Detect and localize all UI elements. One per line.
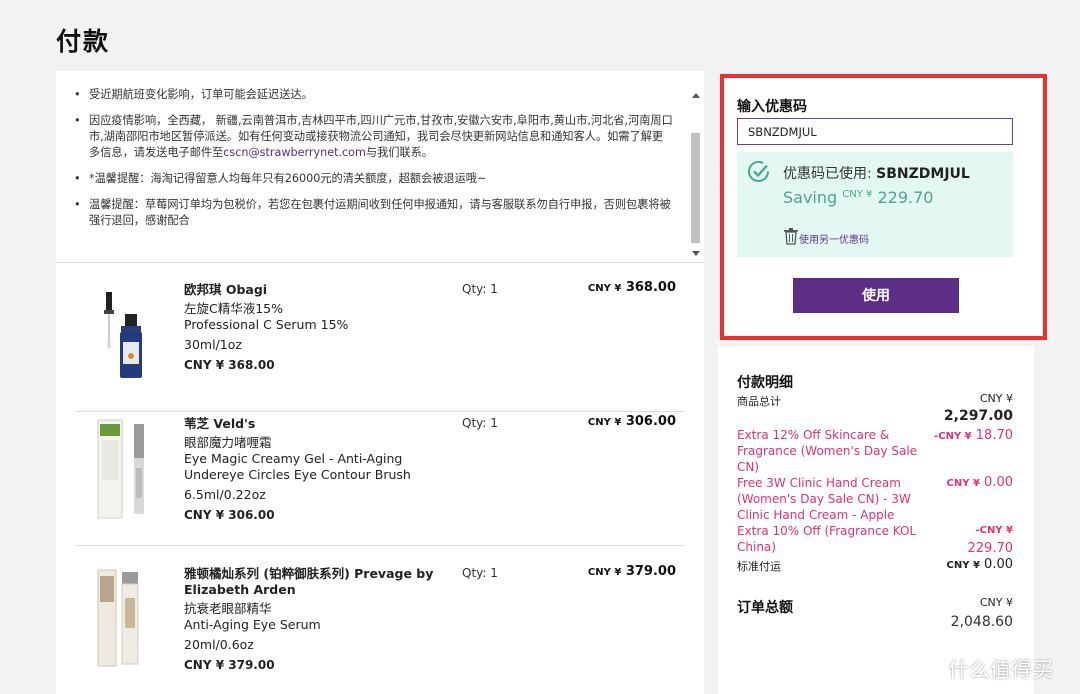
coupon-saving: Saving CNY ¥ 229.70 — [783, 188, 934, 207]
product-name-cn: 左旋C精华液15% — [184, 301, 284, 316]
subtotal-label: 商品总计 — [737, 395, 781, 408]
product-name-en: Professional C Serum 15% — [184, 317, 349, 332]
scroll-up-arrow-icon[interactable] — [692, 93, 700, 98]
notice-box: 受近期航班变化影响，订单可能会延迟送达。 因应疫情影响，全西藏， 新疆,云南普洱… — [56, 71, 704, 263]
product-size: 30ml/1oz — [184, 337, 242, 352]
notice-item: 受近期航班变化影响，订单可能会延迟送达。 — [74, 87, 674, 103]
product-brand[interactable]: 欧邦琪 Obagi — [184, 282, 444, 298]
product-brand[interactable]: 苇芝 Veld's — [184, 416, 444, 432]
product-name-en: Eye Magic Creamy Gel - Anti-Aging Undere… — [184, 451, 411, 482]
trash-icon[interactable] — [783, 227, 799, 245]
product-info: 雅顿橘灿系列 (铂粹御肤系列) Prevage by Elizabeth Ard… — [184, 566, 444, 673]
payment-summary: 付款明细 商品总计 CNY ¥ 2,297.00 Extra 12% Off S… — [718, 346, 1034, 694]
notice-item: *温馨提醒：海淘记得留意人均每年只有26000元的清关额度，超额会被退运哦~ — [74, 171, 674, 187]
scroll-thumb[interactable] — [691, 133, 700, 243]
order-total-currency: CNY ¥ — [979, 596, 1013, 609]
discount-label: Free 3W Clinic Hand Cream (Women's Day S… — [737, 476, 911, 522]
product-name-cn: 抗衰老眼部精华 — [184, 601, 272, 616]
product-unit-price: CNY ¥ 368.00 — [184, 358, 275, 372]
product-line-price: CNY ¥ 379.00 — [587, 564, 676, 579]
discount-label: Extra 10% Off (Fragrance KOL China) — [737, 524, 917, 554]
discount-currency: -CNY ¥ — [975, 525, 1013, 536]
notice-item: 温馨提醒：草莓网订单均为包税价，若您在包裹付运期间收到任何申报通知，请与客服联系… — [74, 197, 674, 229]
product-line-price: CNY ¥ 306.00 — [587, 414, 676, 429]
svg-text:值: 值 — [918, 659, 933, 677]
product-image-velds[interactable] — [88, 418, 176, 528]
check-circle-icon — [748, 160, 769, 182]
page-title: 付款 — [56, 27, 111, 56]
value-logo-icon: 值 — [911, 652, 941, 682]
apply-coupon-button[interactable]: 使用 — [793, 278, 959, 313]
cart-item: 雅顿橘灿系列 (铂粹御肤系列) Prevage by Elizabeth Ard… — [76, 548, 684, 694]
cart-item: 欧邦琪 Obagi 左旋C精华液15% Professional C Serum… — [76, 264, 684, 412]
notice-scrollbar[interactable] — [690, 91, 702, 259]
discount-value: -CNY ¥ 18.70 — [934, 428, 1013, 443]
cart-item: 苇芝 Veld's 眼部魔力啫喱霜 Eye Magic Creamy Gel -… — [76, 398, 684, 546]
support-email-link[interactable]: cscn@strawberrynet.com — [223, 146, 366, 159]
order-items-panel: 受近期航班变化影响，订单可能会延迟送达。 因应疫情影响，全西藏， 新疆,云南普洱… — [56, 71, 704, 694]
product-image-prevage[interactable] — [88, 568, 176, 678]
discount-value: 229.70 — [967, 541, 1014, 556]
coupon-panel: 输入优惠码 优惠码已使用: SBNZDMJUL Saving CNY ¥ 229… — [720, 74, 1047, 340]
coupon-code-input[interactable] — [737, 118, 1013, 145]
discount-value: CNY ¥ 0.00 — [946, 475, 1013, 490]
use-another-coupon-link[interactable]: 使用另一优惠码 — [799, 231, 869, 246]
coupon-title: 输入优惠码 — [737, 99, 807, 115]
product-info: 欧邦琪 Obagi 左旋C精华液15% Professional C Serum… — [184, 282, 444, 373]
product-name-en: Anti-Aging Eye Serum — [184, 617, 321, 632]
shipping-value: CNY ¥ 0.00 — [946, 557, 1013, 572]
scroll-down-arrow-icon[interactable] — [692, 251, 700, 256]
product-qty: Qty: 1 — [462, 416, 498, 430]
notice-list: 受近期航班变化影响，订单可能会延迟送达。 因应疫情影响，全西藏， 新疆,云南普洱… — [74, 87, 674, 239]
subtotal-value: 2,297.00 — [943, 408, 1013, 424]
product-size: 6.5ml/0.22oz — [184, 487, 266, 502]
order-total-label: 订单总额 — [737, 600, 793, 616]
site-watermark: 值 什么值得买 — [910, 652, 1075, 686]
shipping-label: 标准付运 — [737, 560, 781, 573]
watermark-text: 什么值得买 — [948, 658, 1053, 682]
product-qty: Qty: 1 — [462, 566, 498, 580]
product-qty: Qty: 1 — [462, 282, 498, 296]
subtotal-currency: CNY ¥ — [979, 392, 1013, 405]
discount-label: Extra 12% Off Skincare & Fragrance (Wome… — [737, 428, 918, 474]
product-size: 20ml/0.6oz — [184, 637, 254, 652]
summary-title: 付款明细 — [737, 375, 793, 391]
coupon-applied-text: 优惠码已使用: SBNZDMJUL — [783, 166, 970, 182]
product-brand[interactable]: 雅顿橘灿系列 (铂粹御肤系列) Prevage by Elizabeth Ard… — [184, 566, 444, 598]
order-total-value: 2,048.60 — [950, 614, 1013, 630]
product-unit-price: CNY ¥ 379.00 — [184, 658, 275, 672]
product-info: 苇芝 Veld's 眼部魔力啫喱霜 Eye Magic Creamy Gel -… — [184, 416, 444, 523]
product-line-price: CNY ¥ 368.00 — [587, 280, 676, 295]
product-unit-price: CNY ¥ 306.00 — [184, 508, 275, 522]
product-image-obagi[interactable] — [88, 284, 176, 394]
notice-item: 因应疫情影响，全西藏， 新疆,云南普洱市,吉林四平市,四川广元市,甘孜市,安徽六… — [74, 113, 674, 161]
coupon-applied-box: 优惠码已使用: SBNZDMJUL Saving CNY ¥ 229.70 使用… — [737, 152, 1013, 257]
product-name-cn: 眼部魔力啫喱霜 — [184, 435, 272, 450]
